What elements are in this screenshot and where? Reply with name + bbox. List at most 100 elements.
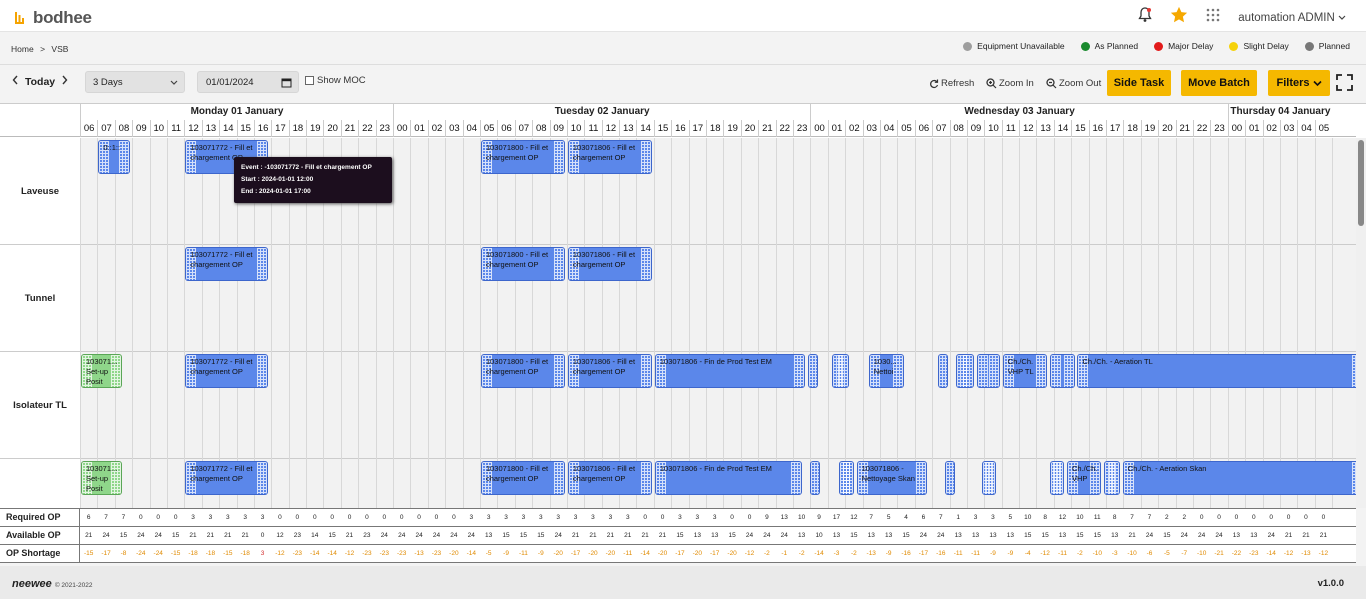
task-bar[interactable]: 103071772 - Fill et chargement OP	[185, 461, 268, 495]
task-bar[interactable]	[832, 354, 849, 388]
stat-cell: 7	[938, 514, 943, 521]
stat-cell: 24	[780, 532, 788, 539]
stat-cell: 13	[711, 532, 719, 539]
task-bar[interactable]: 103071800 - Fill et chargement OP	[480, 354, 566, 388]
star-icon[interactable]	[1170, 6, 1188, 29]
hour-header: 07	[932, 120, 949, 137]
bodhee-logo[interactable]: bodhee	[14, 8, 92, 28]
stat-cell: -2	[850, 550, 857, 557]
task-bar[interactable]: 103071806 - Fill et chargement OP	[567, 140, 653, 174]
task-bar[interactable]: 103071806 - Fin de Prod Test EM	[654, 461, 802, 495]
stat-cell: -1	[781, 550, 788, 557]
stat-cell: 8	[1043, 514, 1047, 521]
task-bar[interactable]: 0::1::	[98, 140, 131, 174]
task-bar[interactable]	[945, 461, 956, 495]
stat-cell: 7	[1147, 514, 1152, 521]
hour-gridline	[792, 245, 794, 352]
copyright: © 2021-2022	[54, 582, 93, 589]
date-input[interactable]: 01/01/2024	[197, 71, 299, 93]
hour-gridline	[1019, 138, 1021, 245]
task-bar[interactable]	[1103, 461, 1120, 495]
side-task-button[interactable]: Side Task	[1107, 70, 1171, 96]
task-bar[interactable]	[1049, 354, 1075, 388]
hour-gridline	[897, 138, 899, 245]
task-bar[interactable]: 103071806 - Fill et chargement OP	[567, 247, 653, 281]
zoom-in-button[interactable]: Zoom In	[986, 78, 1034, 89]
apps-grid-icon[interactable]	[1206, 8, 1220, 27]
stat-cell: -11	[1058, 550, 1067, 557]
task-bar[interactable]: 103071800 - Fill et chargement OP	[480, 247, 566, 281]
stat-cell: 13	[693, 532, 701, 539]
stat-cell: -20	[449, 550, 459, 557]
hour-gridline	[827, 138, 829, 245]
resource-lane[interactable]: 103071... Set-up Posit 103071772 - Fill e…	[80, 459, 1364, 508]
zoom-out-button[interactable]: Zoom Out	[1046, 78, 1101, 89]
hour-gridline	[1019, 245, 1021, 352]
stat-cell: 21	[206, 532, 215, 539]
range-select[interactable]: 3 Days	[85, 71, 185, 93]
task-bar[interactable]	[938, 354, 949, 388]
show-moc-toggle[interactable]: Show MOC	[305, 75, 366, 86]
task-bar[interactable]: Ch./Ch. - Aeration TL	[1077, 354, 1364, 388]
date-input-value: 01/01/2024	[206, 77, 254, 88]
footer: neewee © 2021-2022 v1.0.0	[0, 566, 1366, 599]
filters-button[interactable]: Filters	[1268, 70, 1330, 96]
task-bar[interactable]	[976, 354, 1000, 388]
task-bar[interactable]: 103071... Set-up Posit	[81, 461, 122, 495]
stat-cell: -23	[292, 550, 303, 557]
show-moc-checkbox[interactable]	[305, 76, 314, 85]
hour-gridline	[1210, 138, 1212, 245]
task-label: 103071806 - Nettoyage Skan	[861, 464, 915, 483]
stat-cell: -13	[866, 550, 876, 557]
hour-gridline	[427, 352, 429, 459]
task-bar[interactable]	[839, 461, 854, 495]
refresh-button[interactable]: Refresh	[929, 78, 974, 89]
calendar-icon[interactable]	[281, 77, 292, 88]
task-bar[interactable]: 103071... Set-up Posit	[81, 354, 122, 388]
task-bar[interactable]: 103071800 - Fill et chargement OP	[480, 461, 566, 495]
task-bar[interactable]	[1049, 461, 1065, 495]
move-batch-button[interactable]: Move Batch	[1181, 70, 1257, 96]
resource-lane[interactable]: 103071772 - Fill et chargement OP 1030718…	[80, 245, 1356, 352]
hour-gridline	[323, 245, 325, 352]
stat-cell: 3	[556, 514, 561, 521]
task-bar[interactable]: 103071806 - Nettoyage Skan	[856, 461, 927, 495]
user-menu[interactable]: automation ADMIN	[1238, 12, 1346, 24]
breadcrumb-home[interactable]: Home	[11, 44, 34, 54]
bell-icon[interactable]	[1138, 7, 1152, 28]
scrollbar-thumb[interactable]	[1358, 140, 1364, 226]
task-bar[interactable]: 103071800 - Fill et chargement OP	[480, 140, 566, 174]
hour-header: 19	[1140, 120, 1158, 137]
task-hatch	[794, 355, 805, 387]
task-bar[interactable]: 103071806 - Fin de Prod Test EM	[654, 354, 806, 388]
stat-cell: -14	[310, 550, 320, 557]
task-bar[interactable]: Ch./Ch. - Aeration Skan	[1122, 461, 1364, 495]
fullscreen-icon[interactable]	[1336, 74, 1353, 96]
stat-cell: 21	[345, 532, 354, 539]
stat-cell: 9	[817, 514, 821, 521]
task-bar[interactable]	[981, 461, 997, 495]
task-bar[interactable]: 103071806 - Fill et chargement OP	[567, 461, 653, 495]
stat-cell: 3	[973, 514, 978, 521]
task-bar[interactable]: 103071806 - Fill et chargement OP	[567, 354, 653, 388]
task-bar[interactable]	[807, 354, 818, 388]
task-bar[interactable]	[809, 461, 820, 495]
hour-header: 13	[1036, 120, 1053, 137]
vertical-scrollbar[interactable]	[1356, 138, 1366, 508]
task-bar[interactable]: 103071772 - Fill et chargement OP	[185, 247, 268, 281]
task-bar[interactable]: Ch./Ch. VHP	[1067, 461, 1101, 495]
prev-arrow-icon[interactable]	[12, 75, 19, 88]
next-arrow-icon[interactable]	[61, 75, 68, 88]
task-bar[interactable]: Ch./Ch. VHP TL	[1002, 354, 1047, 388]
day-header: Thursday 04 January	[1227, 104, 1332, 120]
task-bar[interactable]	[955, 354, 974, 388]
task-hatch	[988, 355, 999, 387]
stat-cell: 0	[347, 514, 352, 521]
hour-header: 14	[219, 120, 236, 137]
stat-cell: 3	[608, 514, 613, 521]
resource-lane[interactable]: 103071... Set-up Posit 103071772 - Fill e…	[80, 352, 1364, 459]
today-button[interactable]: Today	[25, 76, 55, 88]
task-bar[interactable]: 1030... Nettoi	[868, 354, 905, 388]
task-bar[interactable]: 103071772 - Fill et chargement OP	[185, 354, 268, 388]
hour-gridline	[1262, 245, 1264, 352]
